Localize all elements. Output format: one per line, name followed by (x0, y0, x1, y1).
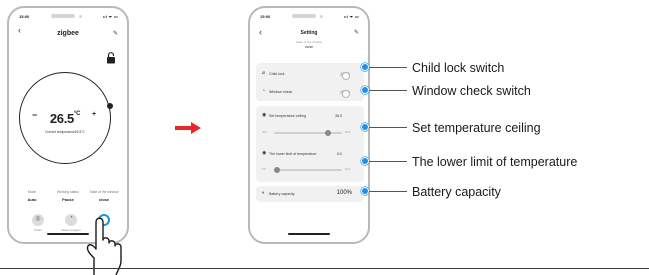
info-value: Auto (27, 197, 37, 202)
callout-dot-window-check (361, 86, 369, 94)
window-state-value: close (304, 45, 314, 49)
callout-line-child-lock (369, 67, 407, 68)
info-value: close (98, 197, 110, 202)
window-state-label: State of the window (295, 40, 323, 44)
window-state-info: State of the window close (87, 190, 121, 202)
child-lock-row[interactable]: ⌀ Child lock (262, 69, 358, 80)
temperature-caption: Current temperature26.5°C (45, 130, 85, 134)
working-status-info: Working status Pause (51, 190, 85, 202)
lower-limit-label: The lower limit of temperature (269, 152, 317, 156)
callout-child-lock-switch: Child lock switch (412, 61, 505, 75)
camera-dot (79, 15, 82, 18)
slider-max: 35.0 (344, 131, 350, 134)
child-lock-label: Child lock (269, 72, 285, 76)
status-time: 15:00 (19, 14, 30, 19)
ceiling-slider-row: 20.0 35.0 (262, 130, 358, 142)
battery-label: Battery capacity (269, 192, 295, 196)
status-time: 15:00 (260, 14, 271, 19)
info-label: Mode (27, 190, 37, 194)
callout-battery-capacity: Battery capacity (412, 185, 501, 199)
increase-temperature-button[interactable]: + (92, 111, 96, 118)
callout-dot-battery (361, 187, 369, 195)
slider-min: 5.0 (262, 168, 266, 171)
ceiling-slider-knob[interactable] (325, 130, 332, 136)
info-value: Pause (62, 197, 74, 202)
notch (51, 14, 75, 18)
callout-line-ceiling (369, 127, 407, 128)
temperature-limits-card: ◉ Set temperature ceiling 35.0 20.0 35.0… (256, 106, 364, 182)
camera-dot (320, 15, 323, 18)
page-title: zigbee (57, 30, 79, 37)
signal-wifi-battery-icon: ııl ᯤ ▭ (343, 14, 359, 19)
arrow-right-icon (175, 122, 201, 134)
temperature-unit: °C (73, 111, 81, 117)
battery-value: 100% (336, 190, 352, 196)
lower-limit-slider[interactable] (274, 167, 342, 173)
battery-icon: ◐ (262, 190, 266, 196)
pencil-icon[interactable]: ✎ (113, 30, 118, 37)
info-label: State of the window (89, 190, 119, 194)
signal-wifi-battery-icon: ııl ᯤ ▭ (102, 14, 118, 19)
window-check-toggle[interactable] (340, 89, 350, 98)
pencil-icon[interactable]: ✎ (354, 29, 359, 36)
pointing-hand-icon (86, 217, 122, 275)
ceiling-label: Set temperature ceiling (269, 114, 306, 118)
callout-line-window-check (369, 90, 407, 91)
battery-row: ◐ Battery capacity 100% (262, 189, 358, 199)
callout-line-lower-limit (369, 161, 407, 162)
lock-icon[interactable] (106, 52, 116, 64)
mode-info: Mode Auto (15, 190, 49, 202)
callout-dot-child-lock (361, 63, 369, 71)
callout-lower-limit: The lower limit of temperature (412, 155, 578, 169)
lower-limit-row: ◉ The lower limit of temperature 5.0 (262, 149, 358, 159)
page-title: Setting (300, 30, 318, 36)
thermometer-icon: ◉ (262, 150, 267, 156)
dial-knob[interactable] (107, 103, 113, 109)
battery-card: ◐ Battery capacity 100% (256, 186, 364, 202)
callout-dot-lower-limit (361, 157, 369, 165)
temperature-dial[interactable]: − 26.5°C + Current temperature26.5°C (19, 72, 113, 164)
lower-limit-value: 5.0 (337, 152, 342, 156)
tab-label: Mode (34, 228, 42, 232)
temperature-value: 26.5 (49, 111, 74, 126)
thermometer-icon: ◉ (262, 112, 267, 118)
home-indicator (288, 233, 330, 235)
lower-slider-row: 5.0 15.0 (262, 167, 358, 179)
window-check-icon: ◔ (262, 88, 266, 94)
window-check-label: Window check (269, 90, 293, 94)
current-temperature: 26.5°C (20, 111, 110, 126)
switches-card: ⌀ Child lock ◔ Window check (256, 63, 364, 101)
callout-temperature-ceiling: Set temperature ceiling (412, 121, 541, 135)
window-check-row[interactable]: ◔ Window check (262, 87, 358, 98)
mode-glyph: ◎ (35, 216, 41, 222)
callout-window-check-switch: Window check switch (412, 84, 531, 98)
mode-tab[interactable]: ◎ Mode (27, 214, 49, 232)
lower-limit-slider-knob[interactable] (274, 167, 281, 173)
phone-setting-screen: 15:00 ııl ᯤ ▭ ‹ Setting ✎ State of the w… (248, 6, 370, 244)
ceiling-value: 35.0 (335, 114, 342, 118)
notch (292, 14, 316, 18)
info-label: Working status (57, 190, 79, 194)
status-info-row: Mode Auto Working status Pause State of … (15, 190, 121, 202)
divider (0, 268, 649, 269)
child-lock-toggle[interactable] (340, 71, 350, 80)
callout-dot-ceiling (361, 123, 369, 131)
status-bar: 15:00 ııl ᯤ ▭ (250, 13, 368, 21)
callout-line-battery (369, 191, 407, 192)
slider-max: 15.0 (344, 168, 350, 171)
ceiling-row: ◉ Set temperature ceiling 35.0 (262, 111, 358, 121)
slider-min: 20.0 (262, 131, 268, 134)
ceiling-slider[interactable] (274, 130, 342, 136)
mode-icon[interactable]: ◎ (32, 214, 44, 226)
child-lock-icon: ⌀ (262, 70, 266, 76)
status-bar: 15:00 ııl ᯤ ▭ (9, 13, 127, 21)
